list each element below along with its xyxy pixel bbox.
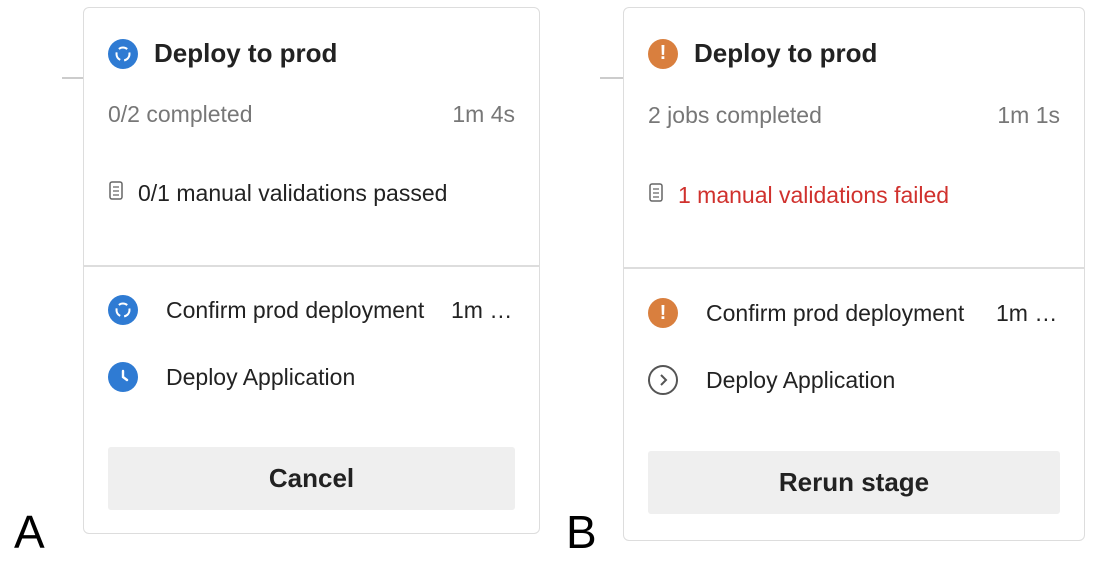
running-icon [108, 38, 138, 69]
job-row[interactable]: Deploy Application [108, 362, 515, 392]
progress-text: 0/2 completed [108, 101, 253, 127]
progress-text: 2 jobs completed [648, 102, 822, 128]
job-row[interactable]: Confirm prod deployment 1m … [108, 295, 515, 325]
validation-summary: 1 manual validations failed [648, 182, 949, 209]
divider [624, 267, 1084, 269]
stage-title: Deploy to prod [108, 38, 337, 69]
checklist-icon [108, 180, 124, 207]
panel-label-a: A [14, 506, 45, 558]
skipped-chevron-icon [648, 365, 678, 395]
warning-icon: ! [648, 38, 678, 69]
divider [84, 265, 539, 267]
panel-label-b: B [566, 506, 597, 558]
validation-summary: 0/1 manual validations passed [108, 180, 447, 207]
stage-card-b[interactable]: ! Deploy to prod 2 jobs completed 1m 1s 1… [623, 7, 1085, 541]
stage-title: ! Deploy to prod [648, 38, 877, 69]
job-row[interactable]: ! Confirm prod deployment 1m … [648, 298, 1060, 328]
checklist-icon [648, 182, 664, 209]
job-row[interactable]: Deploy Application [648, 365, 1060, 395]
warning-icon: ! [648, 298, 678, 328]
clock-icon [108, 362, 138, 392]
stage-card-a[interactable]: Deploy to prod 0/2 completed 1m 4s 0/1 ma… [83, 7, 540, 534]
duration: 1m 4s [452, 101, 515, 127]
duration: 1m 1s [997, 102, 1060, 128]
stage-connector [62, 77, 84, 79]
cancel-button[interactable]: Cancel [108, 447, 515, 510]
rerun-stage-button[interactable]: Rerun stage [648, 451, 1060, 514]
stage-connector [600, 77, 624, 79]
running-icon [108, 295, 138, 325]
